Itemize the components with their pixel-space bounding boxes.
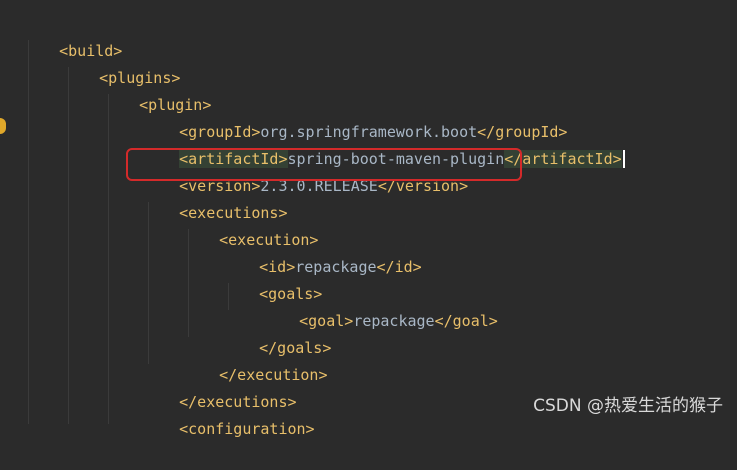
code-line-artifactid[interactable]: <artifactId>spring-boot-maven-plugin</ar… xyxy=(143,119,625,168)
text-caret xyxy=(622,150,625,168)
code-line-goals-close[interactable]: </goals> xyxy=(223,308,331,357)
close-tag: </goal> xyxy=(434,312,498,330)
code-line-executions-close[interactable]: </executions> xyxy=(143,362,296,411)
indent-guide xyxy=(28,40,29,424)
code-line-id[interactable]: <id>repackage</id> xyxy=(223,227,422,276)
watermark: CSDN @热爱生活的猴子 xyxy=(533,396,723,416)
open-tag: <configuration> xyxy=(179,420,315,438)
code-line-build[interactable]: <build> xyxy=(23,11,122,60)
bulb-icon[interactable] xyxy=(0,118,6,134)
tag-text: repackage xyxy=(353,312,435,330)
code-line-plugins[interactable]: <plugins> xyxy=(63,38,180,87)
code-line-execution[interactable]: <execution> xyxy=(183,200,318,249)
version-highlight-box xyxy=(126,148,522,181)
code-line-groupid[interactable]: <groupId>org.springframework.boot</group… xyxy=(143,92,567,141)
code-line-goal[interactable]: <goal>repackage</goal> xyxy=(263,281,498,330)
code-line-configuration[interactable]: <configuration> xyxy=(143,389,314,438)
close-tag: </id> xyxy=(376,258,422,276)
code-line-goals[interactable]: <goals> xyxy=(223,254,322,303)
code-line-execution-close[interactable]: </execution> xyxy=(183,335,327,384)
code-editor[interactable]: <build> <plugins> <plugin> <groupId>org.… xyxy=(0,0,737,438)
code-line-plugin[interactable]: <plugin> xyxy=(103,65,211,114)
indent-guide xyxy=(68,67,69,424)
